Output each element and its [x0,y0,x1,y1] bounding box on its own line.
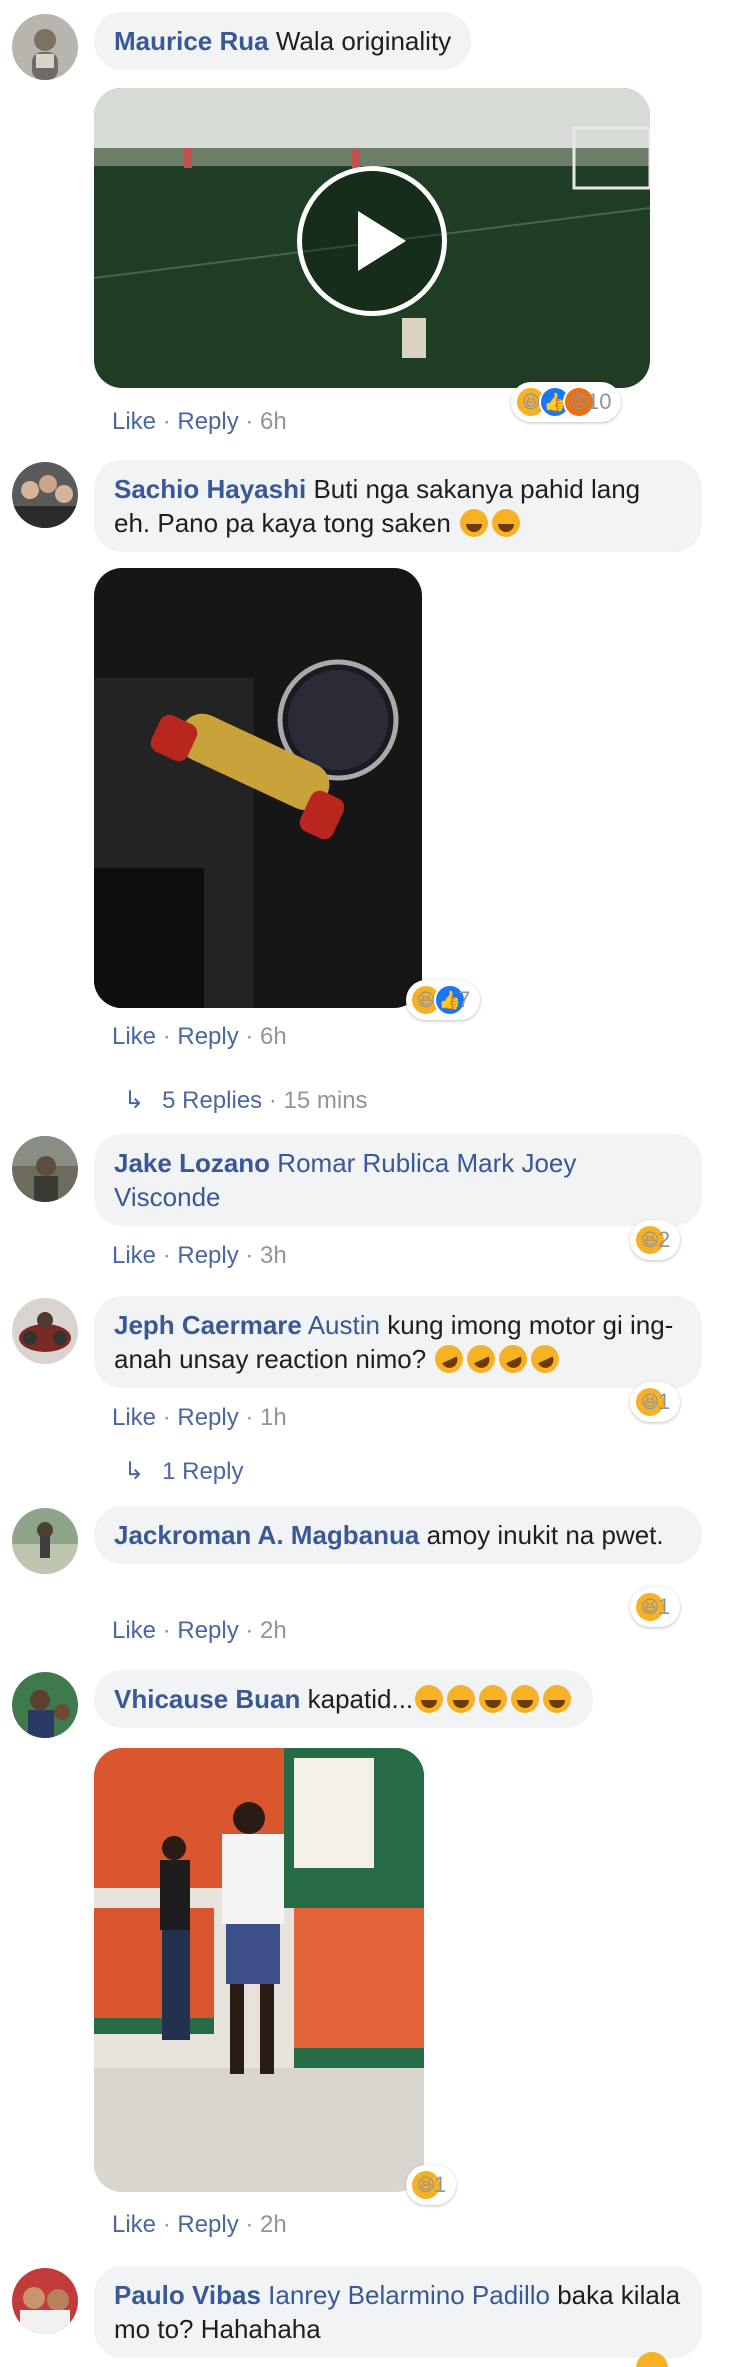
comment-actions: Like · Reply · 2h [112,1616,287,1646]
comment-author[interactable]: Vhicause Buan [114,1684,300,1714]
laughing-emoji-icon [447,1685,476,1713]
reply-arrow-icon: ↳ [124,1087,145,1114]
rofl-emoji-icon [526,1340,565,1378]
reactions-summary[interactable]: 😆 2 [630,1220,681,1260]
mentioned-users[interactable]: Austin [308,1310,380,1340]
reactions-summary[interactable]: 😆 1 [406,2165,457,2205]
rofl-emoji-icon [430,1340,469,1378]
rofl-emoji-icon [494,1340,533,1378]
separator: · [262,1087,284,1114]
reaction-count: 1 [658,1389,671,1414]
replies-time: 15 mins [283,1087,368,1114]
comment-author[interactable]: Paulo Vibas [114,2280,261,2310]
reaction-count: 10 [587,389,612,414]
timestamp[interactable]: 1h [260,1404,287,1431]
laughing-emoji-icon [479,1685,508,1713]
like-button[interactable]: Like [112,1242,156,1269]
reactions-summary[interactable]: 😆 👍 😠 10 [511,382,622,422]
comment-bubble: Sachio Hayashi Buti nga sakanya pahid la… [94,460,702,552]
avatar[interactable] [12,1136,78,1202]
laughing-emoji-icon [415,1685,444,1713]
timestamp[interactable]: 2h [260,1617,287,1644]
reply-arrow-icon: ↳ [124,1458,145,1485]
avatar[interactable] [12,2268,78,2334]
reactions-summary[interactable]: 😆 1 [630,1587,681,1627]
reactions-summary[interactable]: 😆 👍 7 [406,980,481,1020]
comment-bubble: Jeph Caermare Austin kung imong motor gi… [94,1296,702,1388]
like-button[interactable]: Like [112,408,156,435]
like-button[interactable]: Like [112,1617,156,1644]
reply-button[interactable]: Reply [177,1404,238,1431]
comment-author[interactable]: Jake Lozano [114,1148,270,1178]
comment-author[interactable]: Jackroman A. Magbanua [114,1520,419,1550]
separator: · [238,1242,261,1269]
mentioned-users[interactable]: Ianrey Belarmino Padillo [268,2280,550,2310]
reaction-count: 1 [658,1594,671,1619]
timestamp[interactable]: 6h [260,408,287,435]
comment-actions: Like · Reply · 1h [112,1403,287,1433]
reply-button[interactable]: Reply [177,1617,238,1644]
separator: · [156,1617,178,1644]
separator: · [238,1023,261,1050]
comment-actions: Like · Reply · 6h [112,407,287,437]
replies-count[interactable]: 5 Replies [162,1087,262,1114]
comment-author[interactable]: Jeph Caermare [114,1310,302,1340]
avatar[interactable] [12,1672,78,1738]
separator: · [156,2211,178,2238]
like-button[interactable]: Like [112,1404,156,1431]
comment-actions: Like · Reply · 6h [112,1022,287,1052]
play-icon[interactable] [297,166,447,316]
photo-attachment[interactable] [94,1748,424,2192]
view-replies-link[interactable]: ↳ 1 Reply [124,1457,243,1487]
separator: · [156,408,178,435]
reaction-count: 7 [458,987,471,1012]
rofl-emoji-icon [462,1340,501,1378]
separator: · [238,1404,261,1431]
avatar[interactable] [12,1508,78,1574]
laughing-emoji-icon [511,1685,540,1713]
avatar[interactable] [12,462,78,528]
timestamp[interactable]: 2h [260,2211,287,2238]
laughing-emoji-icon [492,509,521,537]
comment-text: amoy inukit na pwet. [426,1520,664,1550]
timestamp[interactable]: 6h [260,1023,287,1050]
separator: · [238,408,261,435]
laughing-emoji-icon [543,1685,572,1713]
reply-button[interactable]: Reply [177,408,238,435]
reaction-count: 2 [658,1227,671,1252]
comment-text: Wala originality [275,26,452,56]
reply-button[interactable]: Reply [177,1023,238,1050]
separator: · [156,1023,178,1050]
reactions-summary[interactable]: 😆 1 [630,1382,681,1422]
separator: · [156,1404,178,1431]
avatar[interactable] [12,14,78,80]
comment-author[interactable]: Sachio Hayashi [114,474,306,504]
comment-bubble: Paulo Vibas Ianrey Belarmino Padillo bak… [94,2266,702,2358]
view-replies-link[interactable]: ↳ 5 Replies · 15 mins [124,1086,368,1116]
like-button[interactable]: Like [112,1023,156,1050]
replies-count[interactable]: 1 Reply [162,1458,243,1485]
separator: · [156,1242,178,1269]
separator: · [238,2211,261,2238]
comment-actions: Like · Reply · 2h [112,2210,287,2240]
comment-bubble: Jackroman A. Magbanua amoy inukit na pwe… [94,1506,702,1564]
reply-button[interactable]: Reply [177,1242,238,1269]
comment-bubble: Jake Lozano Romar Rublica Mark Joey Visc… [94,1134,702,1226]
photo-attachment[interactable] [94,568,422,1008]
reply-button[interactable]: Reply [177,2211,238,2238]
timestamp[interactable]: 3h [260,1242,287,1269]
comment-author[interactable]: Maurice Rua [114,26,269,56]
comment-bubble: Maurice Rua Wala originality [94,12,472,70]
avatar[interactable] [12,1298,78,1364]
reaction-count: 1 [434,2172,447,2197]
separator: · [238,1617,261,1644]
comment-text: kapatid... [307,1684,414,1714]
laughing-emoji-icon [460,509,489,537]
comment-actions: Like · Reply · 3h [112,1241,287,1271]
comment-bubble: Vhicause Buan kapatid... [94,1670,594,1728]
like-button[interactable]: Like [112,2211,156,2238]
